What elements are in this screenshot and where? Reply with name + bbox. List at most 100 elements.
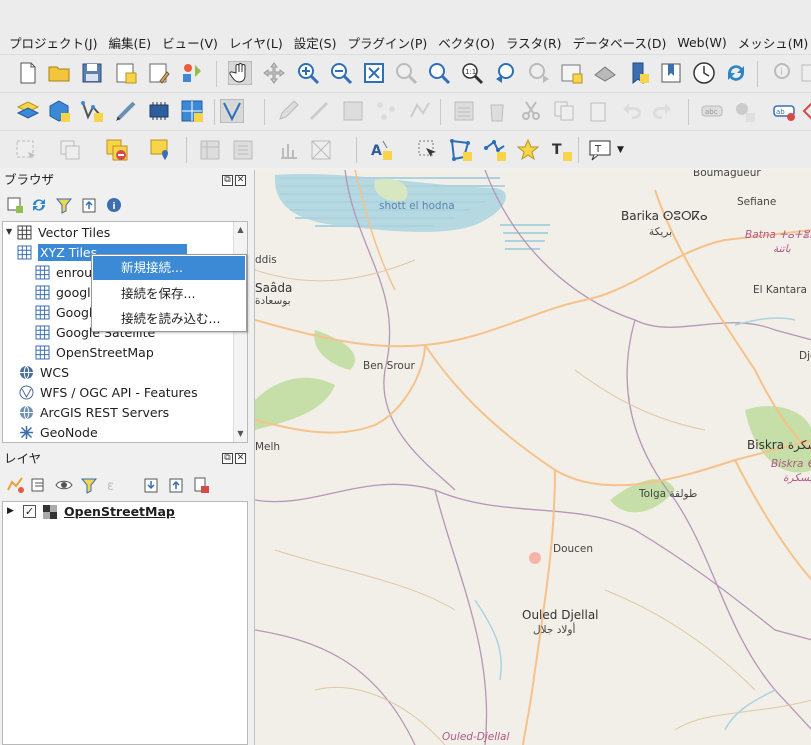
label-tool-icon[interactable]: abc	[700, 99, 724, 123]
marker-annotation-icon[interactable]	[516, 138, 540, 162]
properties-info-icon[interactable]: i	[105, 196, 123, 214]
expand-all-icon[interactable]	[142, 476, 160, 494]
menu-load-connections[interactable]: 接続を読み込む...	[93, 307, 245, 331]
line-annotation-icon[interactable]	[483, 138, 507, 162]
new-map-view-icon[interactable]	[560, 61, 584, 85]
add-group-icon[interactable]	[30, 476, 48, 494]
menu-raster[interactable]: ラスタ(R)	[501, 33, 567, 52]
save-edits-icon[interactable]	[341, 99, 365, 123]
new-geopackage-icon[interactable]	[47, 99, 71, 123]
new-spatialite-icon[interactable]	[114, 99, 138, 123]
close-panel-icon[interactable]: ✕	[235, 175, 246, 186]
new-project-icon[interactable]	[16, 61, 40, 85]
select-location-icon[interactable]	[149, 138, 173, 162]
expand-arrow-icon[interactable]: ▼	[6, 227, 12, 236]
edit-pencil-icon[interactable]	[276, 99, 300, 123]
collapse-layers-icon[interactable]	[167, 476, 185, 494]
add-selected-layers-icon[interactable]	[6, 196, 24, 214]
menu-settings[interactable]: 設定(S)	[289, 33, 342, 52]
undo-icon[interactable]	[619, 99, 643, 123]
tree-item-wfs[interactable]: WFS / OGC API - Features	[19, 382, 247, 402]
style-manager-icon[interactable]	[180, 61, 204, 85]
style-layer-icon[interactable]	[6, 476, 24, 494]
field-calculator-icon[interactable]	[231, 138, 255, 162]
filter-browser-icon[interactable]	[55, 196, 73, 214]
temporal-controller-icon[interactable]	[692, 61, 716, 85]
close-layers-panel-icon[interactable]: ✕	[235, 453, 246, 464]
pan-map-icon[interactable]	[228, 61, 252, 85]
menu-vector[interactable]: ベクタ(O)	[433, 33, 500, 52]
label-toolbar-icon[interactable]: A	[370, 138, 394, 162]
delete-selected-icon[interactable]	[485, 99, 509, 123]
label-highlight-icon[interactable]: ab	[772, 99, 796, 123]
copy-features-icon[interactable]	[552, 99, 576, 123]
vertex-tool-icon[interactable]	[408, 99, 432, 123]
select-by-expression-icon[interactable]	[105, 138, 129, 162]
browser-refresh-icon[interactable]	[30, 196, 48, 214]
float-layers-panel-icon[interactable]: ⧉	[222, 453, 233, 464]
select-rect-icon[interactable]	[14, 138, 38, 162]
text-annotation-icon[interactable]: T	[549, 138, 573, 162]
zoom-next-icon[interactable]	[527, 61, 551, 85]
text-box-annotation-icon[interactable]: T	[588, 138, 612, 162]
new-virtual-layer-icon[interactable]	[147, 99, 171, 123]
zoom-out-icon[interactable]	[329, 61, 353, 85]
new-3d-view-icon[interactable]	[593, 61, 617, 85]
menu-database[interactable]: データベース(D)	[568, 33, 672, 52]
menu-new-connection[interactable]: 新規接続...	[93, 256, 245, 280]
zoom-in-icon[interactable]	[296, 61, 320, 85]
menu-project[interactable]: プロジェクト(J)	[4, 33, 102, 52]
scroll-down-icon[interactable]: ▼	[236, 430, 245, 438]
modify-attributes-icon[interactable]	[452, 99, 476, 123]
menu-layer[interactable]: レイヤ(L)	[224, 33, 288, 52]
save-project-icon[interactable]	[80, 61, 104, 85]
cut-features-icon[interactable]	[519, 99, 543, 123]
label-rotate-icon[interactable]	[800, 99, 811, 123]
deselect-all-icon[interactable]	[58, 138, 82, 162]
layer-expand-arrow-icon[interactable]: ▶	[7, 506, 14, 516]
attribute-table-icon[interactable]	[198, 138, 222, 162]
data-source-manager-icon[interactable]	[16, 99, 40, 123]
menu-mesh[interactable]: メッシュ(M)	[733, 33, 811, 52]
statistics-icon[interactable]	[277, 138, 301, 162]
layer-name-openstreetmap[interactable]: OpenStreetMap	[64, 504, 175, 519]
float-panel-icon[interactable]: ⧉	[222, 175, 233, 186]
zoom-full-icon[interactable]	[362, 61, 386, 85]
layout-manager-icon[interactable]	[147, 61, 171, 85]
zoom-last-icon[interactable]	[494, 61, 518, 85]
zoom-native-icon[interactable]: 1:1	[460, 61, 484, 85]
identify-icon[interactable]: i	[772, 61, 796, 85]
tree-item-vector-tiles[interactable]: Vector Tiles	[17, 222, 247, 242]
zoom-to-selection-icon[interactable]	[394, 61, 418, 85]
polygon-annotation-icon[interactable]	[449, 138, 473, 162]
menu-web[interactable]: Web(W)	[672, 35, 731, 50]
collapse-all-icon[interactable]	[80, 196, 98, 214]
add-point-icon[interactable]	[374, 99, 398, 123]
measure-icon[interactable]	[309, 138, 333, 162]
select-features-icon[interactable]	[800, 61, 811, 85]
filter-legend-icon[interactable]	[80, 476, 98, 494]
refresh-icon[interactable]	[724, 61, 748, 85]
pan-to-selection-icon[interactable]	[262, 61, 286, 85]
menu-save-connections[interactable]: 接続を保存...	[93, 282, 245, 306]
tree-item-arcgis-rest[interactable]: ArcGIS REST Servers	[19, 402, 247, 422]
manage-visibility-icon[interactable]	[55, 476, 73, 494]
map-canvas[interactable]: Boumagueur Sefiane Barika ⵙⵓⵔⴽⴰ بريكة Ba…	[254, 170, 811, 745]
redo-icon[interactable]	[651, 99, 675, 123]
select-annotation-icon[interactable]	[416, 138, 440, 162]
show-bookmarks-icon[interactable]	[659, 61, 683, 85]
annotation-dropdown-icon[interactable]: ▼	[617, 145, 624, 155]
tree-item-openstreetmap[interactable]: OpenStreetMap	[35, 342, 247, 362]
remove-layer-icon[interactable]	[192, 476, 210, 494]
menu-edit[interactable]: 編集(E)	[103, 33, 156, 52]
zoom-to-layer-icon[interactable]	[427, 61, 451, 85]
new-shapefile-icon[interactable]	[80, 99, 104, 123]
new-print-layout-icon[interactable]	[114, 61, 138, 85]
open-project-icon[interactable]	[47, 61, 71, 85]
edit-toggle-icon[interactable]	[307, 99, 331, 123]
tree-item-wcs[interactable]: WCS	[19, 362, 247, 382]
paste-features-icon[interactable]	[586, 99, 610, 123]
tree-item-geonode[interactable]: GeoNode	[19, 422, 247, 442]
digitize-icon[interactable]	[220, 99, 244, 123]
bookmark-icon[interactable]	[627, 61, 651, 85]
